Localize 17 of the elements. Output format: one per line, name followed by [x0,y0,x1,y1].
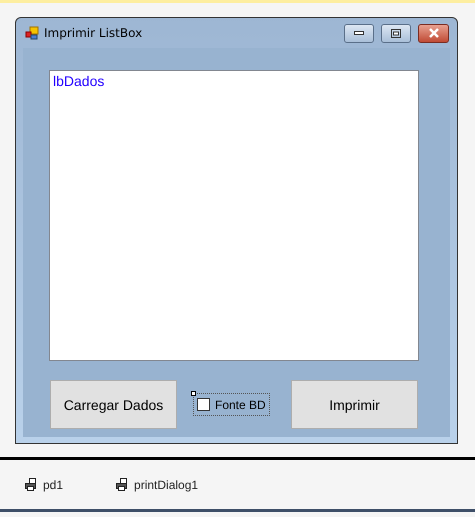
print-button[interactable]: Imprimir [291,380,418,429]
window-title: Imprimir ListBox [44,26,144,40]
checkbox[interactable] [197,398,210,411]
app-icon [25,26,39,40]
close-button[interactable] [418,24,449,42]
component-label[interactable]: pd1 [43,478,64,492]
list-item[interactable]: lbDados [53,73,415,89]
component-label[interactable]: printDialog1 [134,478,198,492]
minimize-button[interactable] [344,24,374,42]
maximize-button[interactable] [381,24,411,42]
maximize-icon [391,28,401,38]
printer-icon [25,478,39,491]
load-button[interactable]: Carregar Dados [50,380,177,429]
close-icon [428,28,440,38]
selection-handle[interactable] [191,391,196,396]
list-box[interactable]: lbDados [49,70,419,361]
minimize-icon [354,31,364,35]
